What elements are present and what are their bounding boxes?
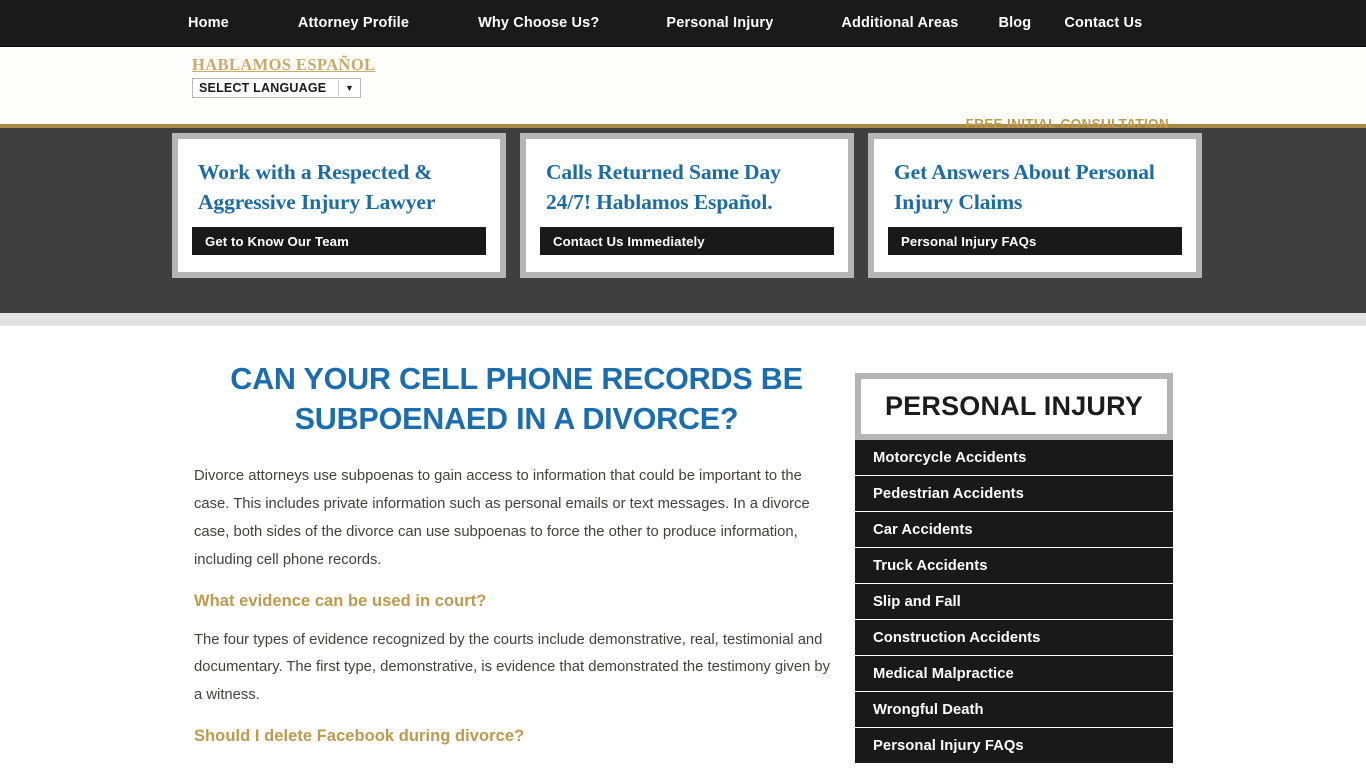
sidebar-item-slip-and-fall[interactable]: Slip and Fall [855, 584, 1173, 620]
hablamos-espanol-link[interactable]: HABLAMOS ESPAÑOL [192, 55, 376, 75]
main-content-area: CAN YOUR CELL PHONE RECORDS BE SUBPOENAE… [0, 326, 1366, 768]
nav-item-additional-areas[interactable]: Additional Areas [841, 15, 958, 31]
promo-card-title: Work with a Respected & Aggressive Injur… [198, 160, 436, 215]
select-language-value: SELECT LANGUAGE [199, 81, 327, 95]
article-column: CAN YOUR CELL PHONE RECORDS BE SUBPOENAE… [194, 360, 839, 768]
promo-cards-row: Work with a Respected & Aggressive Injur… [172, 133, 1202, 278]
nav-item-contact-us[interactable]: Contact Us [1064, 15, 1142, 31]
secondary-header: HABLAMOS ESPAÑOL SELECT LANGUAGE ▼ FREE … [0, 47, 1366, 132]
nav-item-personal-injury[interactable]: Personal Injury [666, 15, 773, 31]
sidebar-heading: PERSONAL INJURY [855, 373, 1173, 440]
promo-card-contact: Calls Returned Same Day 24/7! Hablamos E… [520, 133, 854, 278]
sidebar-item-personal-injury-faqs[interactable]: Personal Injury FAQs [855, 728, 1173, 764]
personal-injury-faqs-button[interactable]: Personal Injury FAQs [888, 227, 1182, 255]
nav-item-home[interactable]: Home [188, 15, 229, 31]
primary-navigation-bar: Home Attorney Profile Why Choose Us? Per… [0, 0, 1366, 47]
article-subheading-facebook: Should I delete Facebook during divorce? [194, 726, 525, 745]
sidebar-item-pedestrian-accidents[interactable]: Pedestrian Accidents [855, 476, 1173, 512]
article-paragraph-1: Divorce attorneys use subpoenas to gain … [194, 468, 810, 568]
select-language-dropdown[interactable]: SELECT LANGUAGE ▼ [192, 78, 361, 98]
nav-item-attorney-profile[interactable]: Attorney Profile [298, 15, 409, 31]
promo-card-title: Get Answers About Personal Injury Claims [894, 160, 1155, 215]
sidebar-personal-injury: PERSONAL INJURY Motorcycle Accidents Ped… [855, 373, 1173, 764]
sidebar-item-truck-accidents[interactable]: Truck Accidents [855, 548, 1173, 584]
article-paragraph-3: The best practice if you are involved in… [194, 762, 839, 768]
nav-list: Home Attorney Profile Why Choose Us? Per… [188, 15, 1142, 31]
promo-card-title: Calls Returned Same Day 24/7! Hablamos E… [546, 160, 781, 215]
contact-us-immediately-button[interactable]: Contact Us Immediately [540, 227, 834, 255]
language-block: HABLAMOS ESPAÑOL SELECT LANGUAGE ▼ [192, 55, 376, 98]
page-title: CAN YOUR CELL PHONE RECORDS BE SUBPOENAE… [230, 362, 803, 436]
get-to-know-our-team-button[interactable]: Get to Know Our Team [192, 227, 486, 255]
sidebar-heading-text: PERSONAL INJURY [884, 391, 1144, 421]
sidebar-item-motorcycle-accidents[interactable]: Motorcycle Accidents [855, 440, 1173, 476]
promo-card-faqs: Get Answers About Personal Injury Claims… [868, 133, 1202, 278]
sidebar-item-medical-malpractice[interactable]: Medical Malpractice [855, 656, 1173, 692]
promo-cards-band: Work with a Respected & Aggressive Injur… [0, 128, 1366, 313]
chevron-down-icon: ▼ [338, 79, 360, 97]
sidebar-item-construction-accidents[interactable]: Construction Accidents [855, 620, 1173, 656]
nav-item-why-choose-us[interactable]: Why Choose Us? [478, 15, 599, 31]
article-subheading-evidence: What evidence can be used in court? [194, 591, 487, 610]
article-paragraph-2: The four types of evidence recognized by… [194, 631, 831, 704]
promo-card-team: Work with a Respected & Aggressive Injur… [172, 133, 506, 278]
sidebar-item-wrongful-death[interactable]: Wrongful Death [855, 692, 1173, 728]
sidebar-item-car-accidents[interactable]: Car Accidents [855, 512, 1173, 548]
nav-item-blog[interactable]: Blog [999, 15, 1032, 31]
section-divider [0, 313, 1366, 326]
